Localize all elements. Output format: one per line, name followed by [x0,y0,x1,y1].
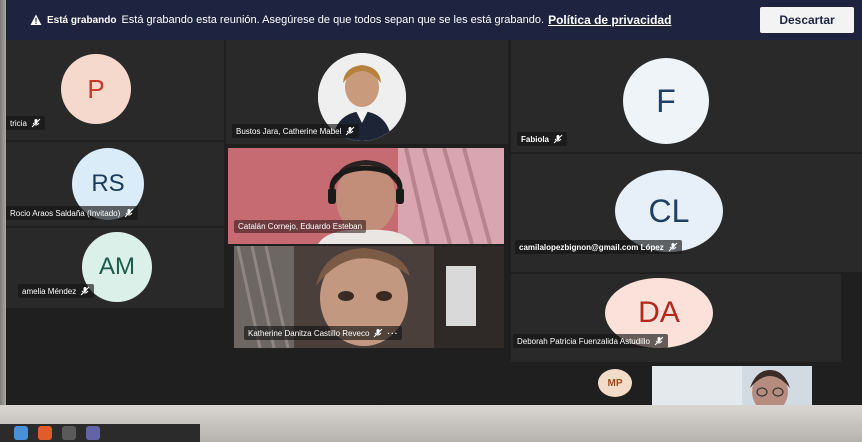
avatar: P [61,54,131,124]
participant-tile[interactable]: RS Rocio Araos Saldaña (Invitado) [6,142,224,226]
avatar-initials: P [87,73,105,104]
avatar-initials: AM [99,253,135,280]
windows-start-icon[interactable] [14,426,28,440]
mic-muted-icon [668,242,678,252]
teams-icon[interactable] [86,426,100,440]
self-preview-tile[interactable] [652,366,812,405]
avatar-initials: CL [648,192,690,229]
taskbar-strip [0,424,200,442]
participant-name: Deborah Patricia Fuenzalida Astudillo [517,336,650,346]
participant-name: Bustos Jara, Catherine Mabel [236,126,342,136]
mic-muted-icon [654,336,664,346]
participant-name: Fabiola [521,134,550,144]
participant-name: Catalán Cornejo, Eduardo Esteban [238,222,363,231]
recording-label: Está grabando [47,14,117,26]
participant-tile[interactable]: F Fabiola [511,40,862,152]
participant-name-tag: tricia [6,116,45,130]
meeting-window: Está grabando Está grabando esta reunión… [6,0,862,405]
avatar-initials: DA [638,296,680,329]
mic-muted-icon [346,126,355,136]
mic-muted-icon [31,118,41,128]
mic-muted-icon [80,286,90,296]
avatar-initials: F [656,82,676,119]
more-options-icon[interactable]: ··· [387,329,398,338]
avatar-initials: RS [91,170,125,197]
self-video [652,366,812,405]
warning-icon [30,14,42,25]
video-gallery: P tricia Bustos Jara, Catherine Mabel F … [6,40,862,405]
avatar: MP [598,369,632,397]
participant-tile[interactable]: CL camilalopezbignon@gmail.com López [511,154,862,272]
participant-name-tag: amelia Méndez [18,284,95,298]
participant-name-tag: Bustos Jara, Catherine Mabel [232,124,360,138]
avatar: F [623,58,709,144]
participant-name-tag: Rocio Araos Saldaña (Invitado) [6,206,139,220]
overflow-participant[interactable]: MP [586,366,648,402]
recording-banner: Está grabando Está grabando esta reunión… [6,0,862,40]
privacy-policy-link[interactable]: Política de privacidad [548,13,671,27]
participant-name: Rocio Araos Saldaña (Invitado) [10,208,121,218]
participant-name-tag: Katherine Danitza Castillo Reveco ··· [244,326,403,340]
participant-name: tricia [10,118,27,128]
participant-name-tag: Deborah Patricia Fuenzalida Astudillo [513,334,668,348]
os-taskbar [0,405,862,442]
participant-name-tag: Catalán Cornejo, Eduardo Esteban [234,220,367,233]
participant-name: camilalopezbignon@gmail.com López [519,242,664,252]
mic-muted-icon [124,208,134,218]
file-explorer-icon[interactable] [62,426,76,440]
recording-message: Está grabando esta reunión. Asegúrese de… [121,14,545,26]
participant-name-tag: Fabiola [517,132,568,146]
participant-tile[interactable]: P tricia [6,40,224,140]
avatar-initials: MP [607,377,623,389]
mic-muted-icon [374,328,383,338]
participant-tile[interactable]: DA Deborah Patricia Fuenzalida Astudillo [511,274,841,362]
dismiss-button[interactable]: Descartar [760,7,854,33]
mic-muted-icon [553,134,563,144]
participant-name-tag: camilalopezbignon@gmail.com López [515,240,682,254]
participant-name: Katherine Danitza Castillo Reveco [248,328,370,338]
participant-tile[interactable]: Bustos Jara, Catherine Mabel [226,40,508,144]
participant-video-tile[interactable]: Katherine Danitza Castillo Reveco ··· [234,246,504,348]
browser-icon[interactable] [38,426,52,440]
participant-video-tile[interactable]: Catalán Cornejo, Eduardo Esteban [228,148,504,244]
participant-tile[interactable]: AM amelia Méndez [6,228,224,308]
participant-name: amelia Méndez [22,286,77,296]
